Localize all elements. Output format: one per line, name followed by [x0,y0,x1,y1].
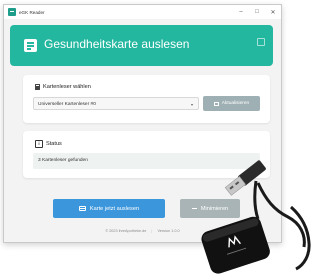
window-controls: – □ ✕ [233,5,281,19]
settings-icon[interactable] [257,38,265,46]
info-icon: i [35,140,43,148]
window-title: eGK Reader [19,9,45,15]
footer-separator: | [151,229,153,233]
reader-label-text: Kartenleser wählen [43,84,91,90]
status-section-label: i Status [35,140,62,148]
refresh-button-label: Aktualisieren [221,101,250,106]
reader-select[interactable]: Universeller Kartenleser #0 ▾ [33,97,199,110]
document-icon [24,39,37,52]
read-card-label: Karte jetzt auslesen [89,205,140,212]
read-card-button[interactable]: Karte jetzt auslesen [53,199,165,218]
title-bar: eGK Reader – □ ✕ [4,5,281,19]
app-icon [8,8,16,16]
page-title: Gesundheitskarte auslesen [44,37,190,51]
reader-section-label: Kartenleser wählen [35,84,91,90]
card-reader-icon [35,84,40,90]
reader-card: Kartenleser wählen Universeller Kartenle… [23,75,270,123]
minimize-window-button[interactable]: – [233,5,249,19]
card-icon [78,206,86,211]
header-banner: Gesundheitskarte auslesen [10,25,273,66]
close-window-button[interactable]: ✕ [265,5,281,19]
chevron-down-icon: ▾ [190,102,193,107]
status-label-text: Status [46,141,62,147]
selected-reader-value: Universeller Kartenleser #0 [38,102,96,107]
maximize-window-button[interactable]: □ [249,5,265,19]
copyright-text: © 2023 ihreApotheke.de [105,229,147,233]
refresh-icon [213,101,219,106]
refresh-button[interactable]: Aktualisieren [203,96,260,111]
version-text: Version 1.0.0 [157,229,180,233]
card-reader-device-image [201,160,311,274]
